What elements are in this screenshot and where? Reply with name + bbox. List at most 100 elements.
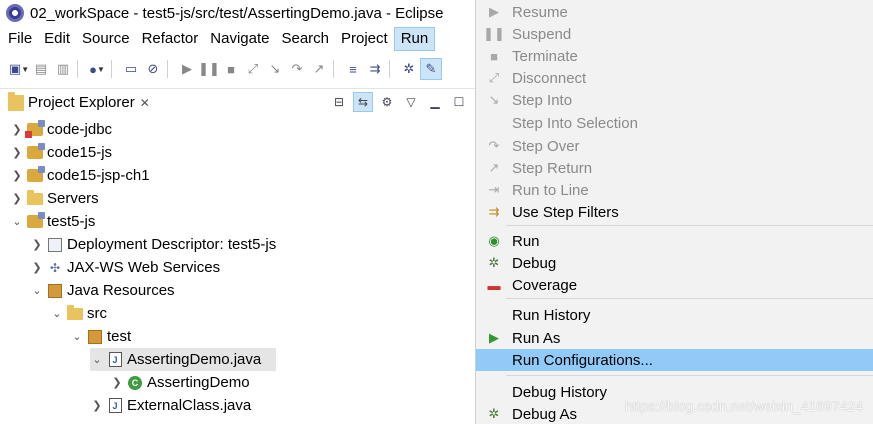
- save-icon[interactable]: ▤: [30, 58, 52, 80]
- tree-item-label: AssertingDemo: [147, 374, 250, 391]
- menu-item-label: Step Into Selection: [512, 114, 638, 132]
- menu-item-suspend[interactable]: ❚❚ Suspend: [476, 23, 873, 45]
- chevron-right-icon[interactable]: ❯: [10, 192, 24, 205]
- menu-item-label: Run to Line: [512, 181, 589, 199]
- tree-item-label: AssertingDemo.java: [127, 351, 262, 368]
- view-title: Project Explorer: [28, 94, 135, 111]
- package-icon: [88, 329, 102, 344]
- chevron-down-icon[interactable]: ⌄: [70, 330, 84, 343]
- tree-item-jax-ws[interactable]: ❯ ✣ JAX-WS Web Services: [30, 256, 220, 279]
- minimize-icon[interactable]: ▁: [425, 92, 445, 112]
- menu-item-step-into-selection[interactable]: Step Into Selection: [476, 112, 873, 134]
- tree-item-assertingdemo-class[interactable]: ❯ C AssertingDemo: [110, 371, 250, 394]
- chevron-down-icon[interactable]: ⌄: [90, 353, 104, 366]
- tree-item-assertingdemo-java[interactable]: ⌄ J AssertingDemo.java: [90, 348, 276, 371]
- menu-source[interactable]: Source: [76, 27, 136, 51]
- console-icon[interactable]: ▭: [120, 58, 142, 80]
- project-explorer-tab[interactable]: Project Explorer ✕ ⊟ ⇆ ⚙ ▽ ▁ ☐: [0, 88, 475, 116]
- chevron-right-icon[interactable]: ❯: [10, 123, 24, 136]
- suspend-icon[interactable]: ❚❚: [198, 58, 220, 80]
- coverage-icon[interactable]: ✎: [420, 58, 442, 80]
- run-as-icon: ▶: [489, 330, 499, 345]
- view-toolbar: ⊟ ⇆ ⚙ ▽ ▁ ☐: [329, 92, 469, 112]
- chevron-right-icon[interactable]: ❯: [30, 238, 44, 251]
- step-into-icon[interactable]: ↘: [264, 58, 286, 80]
- chevron-right-icon[interactable]: ❯: [30, 261, 44, 274]
- tree-item-label: code-jdbc: [47, 121, 113, 138]
- debug-icon: ✲: [488, 255, 500, 270]
- tree-item-test5-js[interactable]: ⌄ test5-js: [10, 210, 95, 233]
- menu-project[interactable]: Project: [335, 27, 394, 51]
- tree-item-test[interactable]: ⌄ test: [70, 325, 131, 348]
- watermark: https://blog.csdn.net/weixin_41697424: [624, 398, 863, 414]
- menu-item-run-to-line[interactable]: ⇥ Run to Line: [476, 179, 873, 201]
- tree-item-java-resources[interactable]: ⌄ Java Resources: [30, 279, 174, 302]
- chevron-down-icon[interactable]: ⌄: [30, 284, 44, 297]
- menu-navigate[interactable]: Navigate: [204, 27, 275, 51]
- menu-item-use-step-filters[interactable]: ⇉ Use Step Filters: [476, 201, 873, 223]
- step-return-icon[interactable]: ↗: [308, 58, 330, 80]
- menu-run[interactable]: Run: [393, 27, 436, 51]
- step-over-icon[interactable]: ↷: [286, 58, 308, 80]
- tree-item-src[interactable]: ⌄ src: [50, 302, 107, 325]
- resume-icon[interactable]: ▶: [176, 58, 198, 80]
- view-menu-icon[interactable]: ▽: [401, 92, 421, 112]
- menu-item-run-history[interactable]: Run History: [476, 304, 873, 326]
- menu-item-debug[interactable]: ✲ Debug: [476, 252, 873, 274]
- java-file-icon: J: [108, 398, 122, 413]
- menu-item-run-configurations[interactable]: Run Configurations...: [476, 349, 873, 371]
- drop-to-frame-icon[interactable]: ≡: [342, 58, 364, 80]
- menu-item-step-return[interactable]: ↗ Step Return: [476, 157, 873, 179]
- menu-item-disconnect[interactable]: ⤢ Disconnect: [476, 67, 873, 89]
- menu-item-label: Step Into: [512, 91, 573, 109]
- tree-item-deployment-descriptor[interactable]: ❯ Deployment Descriptor: test5-js: [30, 233, 276, 256]
- chevron-down-icon[interactable]: ⌄: [50, 307, 64, 320]
- skip-breakpoints-icon[interactable]: ⊘: [142, 58, 164, 80]
- step-filters-icon[interactable]: ⇉: [364, 58, 386, 80]
- menu-file[interactable]: File: [2, 27, 38, 51]
- step-over-icon: ↷: [488, 138, 500, 153]
- menu-item-run[interactable]: ◉ Run: [476, 230, 873, 252]
- terminate-icon: ■: [490, 48, 498, 64]
- debug-as-icon: ✲: [488, 406, 500, 421]
- menu-search[interactable]: Search: [275, 27, 335, 51]
- menu-item-coverage[interactable]: ▬ Coverage: [476, 274, 873, 296]
- chevron-right-icon[interactable]: ❯: [10, 146, 24, 159]
- link-with-editor-icon[interactable]: ⇆: [353, 92, 373, 112]
- disconnect-icon[interactable]: ⤢: [242, 58, 264, 80]
- debug-icon[interactable]: ✲: [398, 58, 420, 80]
- chevron-right-icon[interactable]: ❯: [110, 376, 124, 389]
- step-return-icon: ↗: [488, 160, 500, 175]
- save-all-icon[interactable]: ▥: [52, 58, 74, 80]
- tree-item-code15-js[interactable]: ❯ code15-js: [10, 141, 112, 164]
- run-icon: ◉: [488, 233, 500, 248]
- menu-item-label: Coverage: [512, 276, 578, 294]
- tree-item-externalclass-java[interactable]: ❯ J ExternalClass.java: [90, 394, 251, 417]
- chevron-down-icon[interactable]: ⌄: [10, 215, 24, 228]
- menu-edit[interactable]: Edit: [38, 27, 76, 51]
- menu-item-label: Resume: [512, 3, 568, 21]
- new-icon[interactable]: ▣ ▼: [8, 58, 30, 80]
- disconnect-icon: ⤢: [488, 70, 500, 85]
- filters-icon[interactable]: ⚙: [377, 92, 397, 112]
- menu-item-step-into[interactable]: ↘ Step Into: [476, 89, 873, 111]
- menu-item-terminate[interactable]: ■ Terminate: [476, 45, 873, 67]
- menu-item-run-as[interactable]: ▶ Run As: [476, 327, 873, 349]
- menu-item-resume[interactable]: ▶ Resume: [476, 1, 873, 23]
- chevron-right-icon[interactable]: ❯: [90, 399, 104, 412]
- tree-item-code15-jsp-ch1[interactable]: ❯ code15-jsp-ch1: [10, 164, 150, 187]
- tree-item-servers[interactable]: ❯ Servers: [10, 187, 99, 210]
- terminate-icon[interactable]: ■: [220, 58, 242, 80]
- tree-item-code-jdbc[interactable]: ❯ code-jdbc: [10, 118, 112, 141]
- perspective-icon[interactable]: ● ▼: [86, 58, 108, 80]
- collapse-all-icon[interactable]: ⊟: [329, 92, 349, 112]
- menu-item-step-over[interactable]: ↷ Step Over: [476, 135, 873, 157]
- title-bar: 02_workSpace - test5-js/src/test/Asserti…: [0, 0, 475, 26]
- maximize-icon[interactable]: ☐: [449, 92, 469, 112]
- resume-icon: ▶: [489, 4, 499, 19]
- project-tree: ❯ code-jdbc ❯ code15-js ❯ code15-jsp-ch1…: [0, 118, 475, 424]
- menu-refactor[interactable]: Refactor: [136, 27, 205, 51]
- chevron-right-icon[interactable]: ❯: [10, 169, 24, 182]
- project-explorer-icon: [8, 91, 24, 111]
- close-icon[interactable]: ✕: [140, 96, 150, 110]
